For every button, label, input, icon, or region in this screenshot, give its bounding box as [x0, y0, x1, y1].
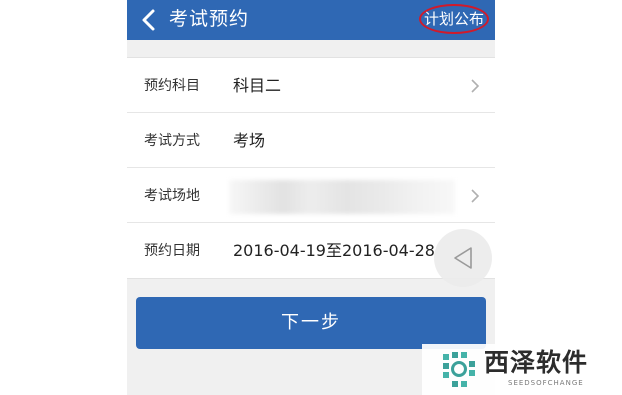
watermark: 西泽软件 SEEDSOFCHANGE	[422, 344, 622, 395]
row-value: 科目二	[233, 76, 282, 95]
row-value: 2016-04-19至2016-04-28	[233, 241, 435, 260]
chevron-right-icon	[471, 189, 480, 203]
brand-logo-icon	[443, 352, 475, 387]
row-label: 考试场地	[144, 188, 200, 204]
phone-screen: 考试预约 计划公布 预约科目 科目二 考试方式 考场 考试场地 预约日期 201…	[127, 0, 495, 395]
form-row-exam-mode: 考试方式 考场	[127, 113, 495, 168]
watermark-name: 西泽软件	[484, 348, 589, 377]
watermark-tagline: SEEDSOFCHANGE	[508, 379, 584, 387]
form-row-exam-venue[interactable]: 考试场地	[127, 168, 495, 223]
row-label: 考试方式	[144, 133, 200, 149]
floating-back-button[interactable]	[434, 229, 492, 287]
form-row-subject[interactable]: 预约科目 科目二	[127, 58, 495, 113]
chevron-right-icon	[471, 79, 480, 93]
page-title: 考试预约	[169, 8, 250, 30]
triangle-back-icon	[454, 247, 472, 269]
obscured-venue-value	[229, 180, 455, 214]
plan-announcement-button[interactable]: 计划公布	[419, 4, 489, 34]
chevron-left-icon[interactable]	[139, 8, 159, 32]
row-label: 预约日期	[144, 243, 200, 259]
next-step-button[interactable]: 下一步	[136, 297, 486, 349]
row-label: 预约科目	[144, 78, 200, 94]
row-value: 考场	[233, 131, 266, 150]
top-navigation-bar: 考试预约 计划公布	[127, 0, 495, 40]
